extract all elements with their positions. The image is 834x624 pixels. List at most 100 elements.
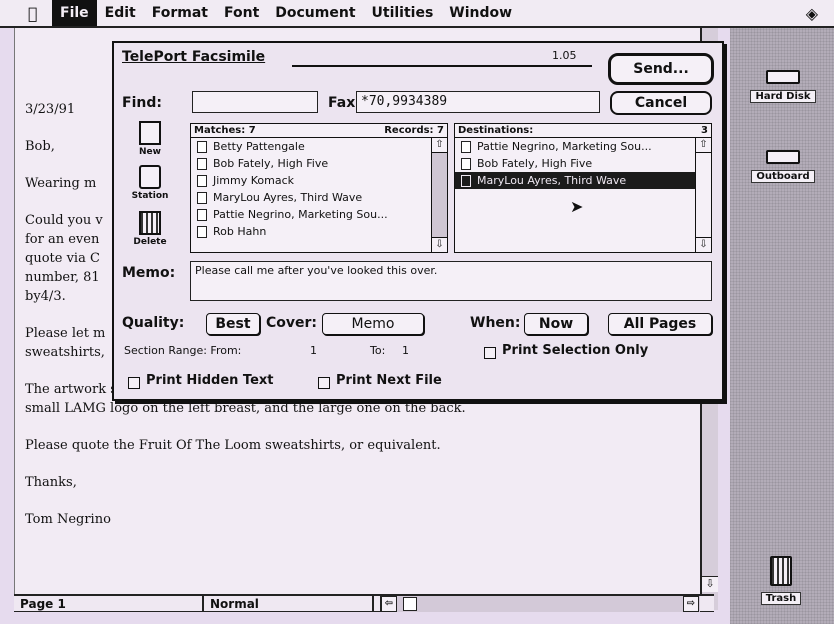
doc-paragraph-5: Please quote the Fruit Of The Loom sweat… <box>25 438 441 453</box>
hard-disk-drive-icon <box>766 70 800 84</box>
menu-utilities[interactable]: Utilities <box>364 0 442 26</box>
station-button[interactable]: Station <box>130 165 170 201</box>
fax-number-input[interactable]: *70,9934389 <box>356 91 600 113</box>
version-label: 1.05 <box>552 49 577 62</box>
section-range-label: Section Range: From: <box>124 344 242 357</box>
to-label: To: <box>370 344 386 357</box>
cover-label: Cover: <box>266 315 318 331</box>
document-icon <box>461 141 471 153</box>
scroll-down-arrow-icon[interactable]: ⇩ <box>696 237 711 252</box>
quality-label: Quality: <box>122 315 185 331</box>
fax-label: Fax <box>328 95 356 111</box>
scroll-down-arrow-icon[interactable]: ⇩ <box>432 237 447 252</box>
status-bar: Page 1 Normal ⇦ ⇨ <box>14 594 714 612</box>
scroll-down-arrow-icon[interactable]: ⇩ <box>702 576 718 592</box>
menu-document[interactable]: Document <box>267 0 363 26</box>
scroll-right-arrow-icon[interactable]: ⇨ <box>683 596 699 612</box>
matches-count: Matches: 7 <box>194 125 256 136</box>
send-button[interactable]: Send... <box>608 53 714 85</box>
print-next-file-checkbox[interactable] <box>318 377 330 389</box>
outboard-disk-icon[interactable]: Outboard <box>743 150 823 183</box>
dialog-title: TelePort Facsimile <box>122 49 266 65</box>
document-icon <box>461 158 471 170</box>
list-item[interactable]: Bob Fately, High Five <box>455 155 711 172</box>
destinations-list[interactable]: Destinations: 3 Pattie Negrino, Marketin… <box>454 123 712 253</box>
destinations-scrollbar[interactable]: ⇧ ⇩ <box>695 138 711 252</box>
memo-input[interactable]: Please call me after you've looked this … <box>190 261 712 301</box>
application-menu-icon[interactable]: ◈ <box>806 4 818 23</box>
teleport-fax-dialog: TelePort Facsimile 1.05 Send... Cancel F… <box>112 41 724 401</box>
section-to-value[interactable]: 1 <box>402 344 409 357</box>
print-selection-label: Print Selection Only <box>502 343 649 358</box>
menu-bar:  File Edit Format Font Document Utiliti… <box>0 0 834 28</box>
list-item[interactable]: Betty Pattengale <box>191 138 447 155</box>
outboard-drive-icon <box>766 150 800 164</box>
desktop <box>730 28 834 624</box>
menu-edit[interactable]: Edit <box>97 0 144 26</box>
print-selection-checkbox[interactable] <box>484 347 496 359</box>
style-indicator[interactable]: Normal <box>204 596 374 612</box>
matches-list[interactable]: Matches: 7 Records: 7 Betty Pattengale B… <box>190 123 448 253</box>
document-icon <box>197 175 207 187</box>
arrow-cursor-icon: ➤ <box>570 197 584 216</box>
document-icon <box>197 209 207 221</box>
destinations-header: Destinations: 3 <box>455 124 711 138</box>
delete-label: Delete <box>133 237 167 247</box>
matches-scrollbar[interactable]: ⇧ ⇩ <box>431 138 447 252</box>
list-item-selected[interactable]: MaryLou Ayres, Third Wave <box>455 172 711 189</box>
list-item[interactable]: Bob Fately, High Five <box>191 155 447 172</box>
list-item[interactable]: Jimmy Komack <box>191 172 447 189</box>
doc-closing: Thanks, <box>25 475 77 490</box>
horizontal-scrollbar[interactable]: ⇦ ⇨ <box>380 596 700 612</box>
menu-window[interactable]: Window <box>441 0 520 26</box>
list-item[interactable]: MaryLou Ayres, Third Wave <box>191 189 447 206</box>
menu-file[interactable]: File <box>52 0 97 26</box>
print-hidden-text-checkbox[interactable] <box>128 377 140 389</box>
destinations-count: 3 <box>701 125 708 136</box>
new-station-button[interactable]: New <box>130 121 170 157</box>
destinations-label: Destinations: <box>458 125 534 136</box>
apple-icon[interactable]:  <box>28 4 52 23</box>
scroll-up-arrow-icon[interactable]: ⇧ <box>696 138 711 153</box>
matches-header: Matches: 7 Records: 7 <box>191 124 447 138</box>
page-indicator: Page 1 <box>14 596 204 612</box>
station-label: Station <box>131 191 169 201</box>
cover-select[interactable]: Memo <box>322 313 424 335</box>
doc-signature: Tom Negrino <box>25 512 111 527</box>
all-pages-button[interactable]: All Pages <box>608 313 712 335</box>
quality-select[interactable]: Best <box>206 313 260 335</box>
document-icon <box>197 226 207 238</box>
scroll-left-arrow-icon[interactable]: ⇦ <box>381 596 397 612</box>
trash-label: Trash <box>760 592 802 605</box>
outboard-label: Outboard <box>751 170 815 183</box>
hard-disk-icon[interactable]: Hard Disk <box>743 70 823 103</box>
section-from-value[interactable]: 1 <box>310 344 317 357</box>
list-item[interactable]: Rob Hahn <box>191 223 447 240</box>
records-count: Records: 7 <box>384 125 444 136</box>
mac-station-icon <box>139 165 161 189</box>
title-divider <box>292 65 592 67</box>
trash-icon[interactable]: Trash <box>756 556 806 605</box>
find-input[interactable] <box>192 91 318 113</box>
new-label: New <box>139 147 161 157</box>
delete-button[interactable]: Delete <box>130 211 170 247</box>
memo-label: Memo: <box>122 265 176 281</box>
menu-format[interactable]: Format <box>144 0 216 26</box>
trash-delete-icon <box>139 211 161 235</box>
hard-disk-label: Hard Disk <box>750 90 816 103</box>
scroll-up-arrow-icon[interactable]: ⇧ <box>432 138 447 153</box>
when-select[interactable]: Now <box>524 313 588 335</box>
when-label: When: <box>470 315 521 331</box>
print-hidden-text-label: Print Hidden Text <box>146 373 274 388</box>
menu-font[interactable]: Font <box>216 0 267 26</box>
document-icon <box>461 175 471 187</box>
list-item[interactable]: Pattie Negrino, Marketing Sou... <box>455 138 711 155</box>
print-next-file-label: Print Next File <box>336 373 442 388</box>
list-item[interactable]: Pattie Negrino, Marketing Sou... <box>191 206 447 223</box>
cancel-button[interactable]: Cancel <box>610 91 712 115</box>
document-icon <box>197 158 207 170</box>
scroll-thumb[interactable] <box>403 597 417 611</box>
new-document-icon <box>139 121 161 145</box>
trash-can-icon <box>770 556 792 586</box>
find-label: Find: <box>122 95 162 111</box>
